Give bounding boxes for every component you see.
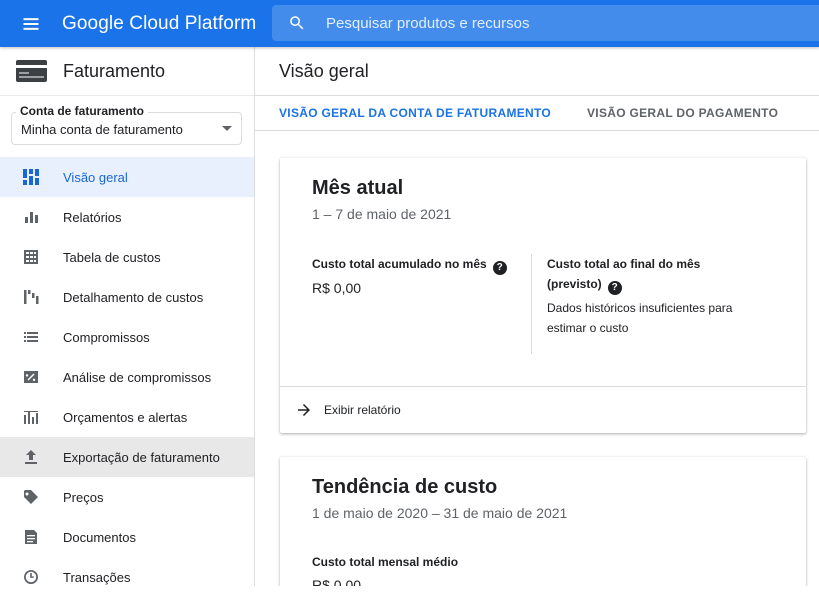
sidebar-item-label: Exportação de faturamento [63, 449, 220, 465]
tab-bar: VISÃO GERAL DA CONTA DE FATURAMENTO VISÃ… [255, 96, 819, 131]
accrued-cost-label: Custo total acumulado no mês? [312, 254, 507, 275]
sidebar-item-pricing[interactable]: Preços [0, 477, 254, 517]
avg-monthly-cost-label: Custo total mensal médio [312, 555, 459, 569]
view-report-label: Exibir relatório [324, 403, 401, 417]
document-icon [23, 529, 39, 545]
sidebar: Faturamento Minha conta de faturamento C… [0, 47, 255, 586]
sidebar-item-documents[interactable]: Documentos [0, 517, 254, 557]
forecast-cost-message: Dados históricos insuficientes para esti… [547, 298, 732, 338]
search-input[interactable]: Pesquisar produtos e recursos [326, 15, 529, 32]
card-period: 1 – 7 de maio de 2021 [312, 206, 452, 222]
avg-monthly-cost-value: R$ 0,00 [312, 577, 362, 586]
cost-trend-card: Tendência de custo 1 de maio de 2020 – 3… [280, 457, 806, 586]
accrued-cost-label-text: Custo total acumulado no mês [312, 257, 487, 271]
forecast-cost-label: Custo total ao final do mês (previsto)? [547, 254, 700, 295]
billing-account-value: Minha conta de faturamento [21, 122, 183, 137]
card-title: Tendência de custo [312, 476, 498, 498]
chevron-down-icon [222, 126, 232, 131]
forecast-cost-label-line1: Custo total ao final do mês [547, 257, 701, 271]
sidebar-item-commitments[interactable]: Compromissos [0, 317, 254, 357]
tag-icon [23, 489, 39, 505]
sidebar-title: Faturamento [63, 60, 166, 81]
sidebar-item-billing-export[interactable]: Exportação de faturamento [0, 437, 254, 477]
overview-content: Mês atual 1 – 7 de maio de 2021 Custo to… [255, 131, 819, 586]
sidebar-item-label: Compromissos [63, 329, 150, 345]
card-period: 1 de maio de 2020 – 31 de maio de 2021 [312, 505, 568, 521]
clock-icon [23, 569, 39, 585]
accrued-cost-value: R$ 0,00 [312, 280, 362, 296]
sidebar-nav: Visão geral Relatórios Tabela de custos … [0, 157, 254, 597]
billing-account-label: Conta de faturamento [16, 104, 149, 118]
sidebar-item-budgets-alerts[interactable]: Orçamentos e alertas [0, 397, 254, 437]
sidebar-header: Faturamento [0, 47, 254, 96]
bar-chart-icon [23, 209, 39, 225]
tab-billing-account-overview[interactable]: VISÃO GERAL DA CONTA DE FATURAMENTO [279, 96, 551, 131]
budget-icon [23, 409, 39, 425]
hamburger-menu-button[interactable] [0, 0, 62, 47]
percent-icon [23, 369, 39, 385]
sidebar-item-cost-table[interactable]: Tabela de custos [0, 237, 254, 277]
dashboard-icon [23, 169, 39, 185]
tab-payment-overview[interactable]: VISÃO GERAL DO PAGAMENTO [587, 96, 778, 131]
help-icon[interactable]: ? [607, 281, 622, 295]
top-app-bar: Google Cloud Platform Pesquisar produtos… [0, 0, 819, 47]
current-month-card: Mês atual 1 – 7 de maio de 2021 Custo to… [280, 158, 806, 433]
page-title: Visão geral [255, 47, 819, 96]
sidebar-item-reports[interactable]: Relatórios [0, 197, 254, 237]
waterfall-icon [23, 289, 39, 305]
forecast-message-line1: Dados históricos insuficientes para [547, 301, 733, 315]
forecast-message-line2: estimar o custo [547, 321, 629, 335]
sidebar-item-label: Preços [63, 489, 104, 505]
main-panel: Visão geral VISÃO GERAL DA CONTA DE FATU… [255, 47, 819, 586]
billing-card-icon [16, 60, 47, 82]
table-icon [23, 249, 39, 265]
sidebar-item-label: Transações [63, 569, 131, 585]
search-bar[interactable]: Pesquisar produtos e recursos [272, 5, 819, 41]
view-report-link[interactable]: Exibir relatório [280, 386, 806, 433]
arrow-right-icon [298, 404, 310, 416]
card-title: Mês atual [312, 177, 404, 199]
upload-icon [23, 449, 39, 465]
forecast-cost-label-line2: (previsto) [547, 277, 602, 291]
sidebar-item-transactions[interactable]: Transações [0, 557, 254, 597]
sidebar-item-label: Detalhamento de custos [63, 289, 204, 305]
sidebar-item-commitment-analysis[interactable]: Análise de compromissos [0, 357, 254, 397]
sidebar-item-label: Relatórios [63, 209, 122, 225]
sidebar-item-label: Orçamentos e alertas [63, 409, 188, 425]
help-icon[interactable]: ? [492, 261, 507, 275]
sidebar-item-cost-breakdown[interactable]: Detalhamento de custos [0, 277, 254, 317]
product-name[interactable]: Google Cloud Platform [62, 13, 272, 35]
sidebar-item-label: Análise de compromissos [63, 369, 212, 385]
menu-icon [23, 17, 39, 30]
sidebar-item-label: Visão geral [63, 169, 128, 185]
sidebar-item-overview[interactable]: Visão geral [0, 157, 254, 197]
divider [531, 254, 532, 354]
list-icon [23, 329, 39, 345]
search-icon [290, 16, 304, 30]
sidebar-item-label: Documentos [63, 529, 136, 545]
sidebar-item-label: Tabela de custos [63, 249, 161, 265]
